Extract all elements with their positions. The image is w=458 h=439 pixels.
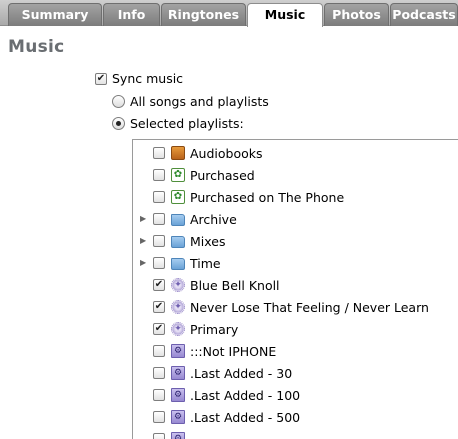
playlist-checkbox[interactable] xyxy=(153,279,165,291)
playlist-name: Purchased xyxy=(190,167,255,183)
playlist-checkbox[interactable] xyxy=(153,389,165,401)
playlist-checkbox[interactable] xyxy=(153,367,165,379)
playlist-row[interactable]: ✦ Blue Bell Knoll xyxy=(133,274,458,296)
selected-playlists-radio[interactable] xyxy=(112,117,125,130)
playlist-checkbox[interactable] xyxy=(153,411,165,423)
purchased-icon: ✿ xyxy=(171,168,185,182)
all-songs-radio[interactable] xyxy=(112,95,125,108)
folder-icon xyxy=(171,257,185,270)
playlist-name: :::Not IPHONE xyxy=(190,343,277,359)
playlist-row[interactable]: ▶ Archive xyxy=(133,208,458,230)
smart-playlist-icon: ⚙ xyxy=(171,410,185,424)
sync-music-label: Sync music xyxy=(112,71,184,86)
disclosure-triangle-icon[interactable]: ▶ xyxy=(140,236,148,246)
smart-playlist-icon: ⚙ xyxy=(171,344,185,358)
playlist-name: Audiobooks xyxy=(190,145,263,161)
folder-icon xyxy=(171,235,185,248)
tab-podcasts[interactable]: Podcasts xyxy=(390,3,458,26)
playlist-checkbox[interactable] xyxy=(153,301,165,313)
playlist-row[interactable]: ▶ Mixes xyxy=(133,230,458,252)
tab-photos[interactable]: Photos xyxy=(324,3,389,26)
disclosure-triangle-icon[interactable]: ▶ xyxy=(140,214,148,224)
playlist-row[interactable]: ✿ Purchased on The Phone xyxy=(133,186,458,208)
section-title: Music xyxy=(8,37,65,57)
audiobook-icon xyxy=(171,146,185,160)
playlist-row[interactable]: ✦ Primary xyxy=(133,318,458,340)
tab-bar: Summary Info Ringtones Music Photos Podc… xyxy=(0,0,458,27)
genius-icon: ✦ xyxy=(171,278,185,292)
playlist-list[interactable]: Audiobooks ✿ Purchased ✿ Purchased on The Ph… xyxy=(132,139,458,439)
playlist-name: .Last Added - 100 xyxy=(190,387,301,403)
playlist-name: Never Lose That Feeling / Never Learn xyxy=(190,299,429,315)
sync-music-option[interactable]: Sync music xyxy=(95,71,183,86)
purchased-icon: ✿ xyxy=(171,190,185,204)
all-songs-option[interactable]: All songs and playlists xyxy=(112,94,269,109)
playlist-row[interactable]: Audiobooks xyxy=(133,142,458,164)
playlist-checkbox[interactable] xyxy=(153,169,165,181)
tab-info[interactable]: Info xyxy=(103,3,160,26)
playlist-checkbox[interactable] xyxy=(153,323,165,335)
playlist-row[interactable]: ⚙ .Last Added - 500 xyxy=(133,406,458,428)
playlist-name: .Last Added - 30 xyxy=(190,365,293,381)
folder-icon xyxy=(171,213,185,226)
smart-playlist-icon: ⚙ xyxy=(171,388,185,402)
tab-ringtones[interactable]: Ringtones xyxy=(161,3,246,26)
genius-icon: ✦ xyxy=(171,300,185,314)
playlist-checkbox[interactable] xyxy=(153,147,165,159)
playlist-row[interactable]: ▶ Time xyxy=(133,252,458,274)
disclosure-triangle-icon[interactable]: ▶ xyxy=(140,258,148,268)
smart-playlist-icon: ⚙ xyxy=(171,366,185,380)
playlist-checkbox[interactable] xyxy=(153,345,165,357)
playlist-name: Primary xyxy=(190,321,239,337)
playlist-checkbox[interactable] xyxy=(153,191,165,203)
tab-music[interactable]: Music xyxy=(247,3,323,27)
smart-playlist-icon: ⚙ xyxy=(171,432,185,439)
playlist-row[interactable]: ✿ Purchased xyxy=(133,164,458,186)
playlist-name: .Last Added - 500 xyxy=(190,409,301,425)
playlist-row[interactable]: ⚙:::Not IPHONE xyxy=(133,340,458,362)
playlist-checkbox[interactable] xyxy=(153,433,165,439)
playlist-name: Time xyxy=(190,255,221,271)
playlist-name: Archive xyxy=(190,211,237,227)
playlist-row[interactable]: ✦ Never Lose That Feeling / Never Learn xyxy=(133,296,458,318)
playlist-name: Mixes xyxy=(190,233,226,249)
playlist-row[interactable]: ⚙ xyxy=(133,428,458,439)
genius-icon: ✦ xyxy=(171,322,185,336)
playlist-row[interactable]: ⚙ .Last Added - 100 xyxy=(133,384,458,406)
all-songs-label: All songs and playlists xyxy=(130,94,269,109)
playlist-name: Purchased on The Phone xyxy=(190,189,345,205)
sync-music-checkbox[interactable] xyxy=(95,72,107,85)
playlist-row[interactable]: ⚙ .Last Added - 30 xyxy=(133,362,458,384)
playlist-checkbox[interactable] xyxy=(153,235,165,247)
tab-summary[interactable]: Summary xyxy=(8,3,102,26)
playlist-name: Blue Bell Knoll xyxy=(190,277,280,293)
selected-playlists-label: Selected playlists: xyxy=(130,116,244,131)
playlist-checkbox[interactable] xyxy=(153,213,165,225)
selected-playlists-option[interactable]: Selected playlists: xyxy=(112,116,244,131)
playlist-checkbox[interactable] xyxy=(153,257,165,269)
